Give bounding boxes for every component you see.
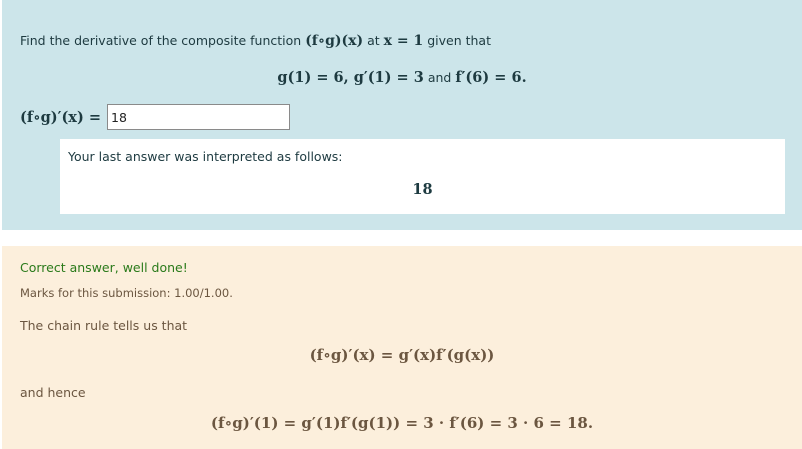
answer-row: (f∘g)′(x) = xyxy=(20,104,291,130)
given-and: and xyxy=(427,70,452,85)
prompt-function: (f∘g)(x) xyxy=(305,33,364,49)
marks-text: Marks for this submission: 1.00/1.00. xyxy=(20,286,233,300)
correct-message: Correct answer, well done! xyxy=(20,260,188,275)
given-part1: g(1) = 6, g′(1) = 3 xyxy=(277,69,424,86)
validation-interpreted-value: 18 xyxy=(412,181,433,198)
given-part2: f′(6) = 6. xyxy=(455,69,527,86)
chain-rule-equation: (f∘g)′(x) = g′(x)f′(g(x)) xyxy=(309,346,495,364)
prompt-point: x = 1 xyxy=(383,33,424,49)
given-values: g(1) = 6, g′(1) = 3 and f′(6) = 6. xyxy=(2,69,802,86)
validation-message: Your last answer was interpreted as foll… xyxy=(68,149,343,164)
prompt-at: at xyxy=(367,33,380,48)
hence-text: and hence xyxy=(20,385,86,400)
question-panel: Find the derivative of the composite fun… xyxy=(2,0,802,230)
prompt-prefix: Find the derivative of the composite fun… xyxy=(20,33,302,48)
question-prompt: Find the derivative of the composite fun… xyxy=(20,33,491,49)
prompt-suffix: given that xyxy=(427,33,491,48)
answer-label: (f∘g)′(x) = xyxy=(20,108,102,126)
feedback-panel: Correct answer, well done! Marks for thi… xyxy=(2,246,802,449)
validation-box: Your last answer was interpreted as foll… xyxy=(60,139,785,214)
chain-rule-text: The chain rule tells us that xyxy=(20,318,188,333)
answer-input[interactable] xyxy=(107,104,291,130)
result-equation: (f∘g)′(1) = g′(1)f′(g(1)) = 3 · f′(6) = … xyxy=(210,414,594,432)
